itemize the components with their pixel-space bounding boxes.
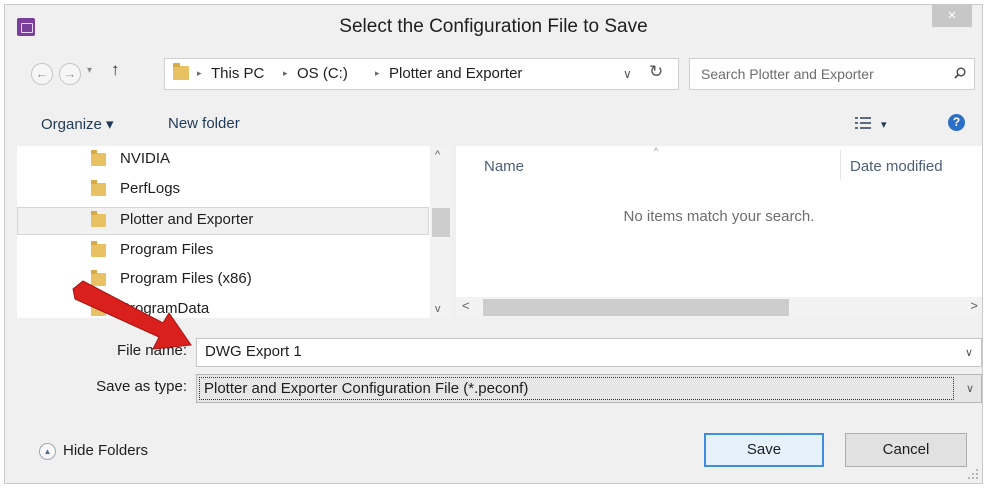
save-dialog: Select the Configuration File to Save × … <box>4 4 983 484</box>
empty-results-message: No items match your search. <box>623 208 815 225</box>
focus-outline: Plotter and Exporter Configuration File … <box>199 377 954 400</box>
hide-folders-label[interactable]: Hide Folders <box>63 442 148 459</box>
tree-item-perflogs[interactable]: PerfLogs <box>17 176 429 204</box>
column-header-name[interactable]: Name <box>484 158 524 175</box>
search-box[interactable]: Search Plotter and Exporter <box>689 58 975 90</box>
save-as-type-select[interactable]: Plotter and Exporter Configuration File … <box>196 374 982 403</box>
tree-item-plotter-and-exporter[interactable]: Plotter and Exporter <box>17 207 429 235</box>
breadcrumb-plotter-and-exporter[interactable]: Plotter and Exporter <box>389 65 522 82</box>
file-name-field[interactable]: DWG Export 1 ∨ <box>196 338 982 367</box>
resize-grip-icon[interactable] <box>968 469 978 479</box>
close-button[interactable]: × <box>932 5 972 27</box>
view-dropdown-icon[interactable]: ▾ <box>881 118 887 131</box>
scrollbar-thumb[interactable] <box>432 208 450 237</box>
scroll-left-icon[interactable]: < <box>462 298 470 313</box>
breadcrumb-separator-icon[interactable]: ▸ <box>197 68 202 79</box>
folder-icon <box>173 63 189 80</box>
scroll-down-icon[interactable]: v <box>435 303 441 315</box>
folder-icon <box>91 211 106 227</box>
organize-menu[interactable]: Organize ▾ <box>41 115 114 133</box>
tree-item-program-files[interactable]: Program Files <box>17 237 429 265</box>
tree-item-label: Plotter and Exporter <box>120 211 254 228</box>
breadcrumb-separator-icon[interactable]: ▸ <box>375 68 380 79</box>
breadcrumb-this-pc[interactable]: This PC <box>211 65 264 82</box>
address-dropdown-icon[interactable]: ∨ <box>623 67 632 81</box>
tree-item-label: Program Files <box>120 241 214 258</box>
save-as-type-label: Save as type: <box>96 378 187 395</box>
navigation-bar: ← → ▾ ↑ ▸ This PC ▸ OS (C:) ▸ Plotter an… <box>5 58 982 90</box>
column-divider[interactable] <box>840 150 841 180</box>
back-button[interactable]: ← <box>31 63 53 85</box>
file-list-pane: Name ^ Date modified No items match your… <box>456 146 982 318</box>
up-button[interactable]: ↑ <box>111 60 120 80</box>
recent-locations-dropdown[interactable]: ▾ <box>87 65 92 76</box>
chevron-down-icon[interactable]: ∨ <box>965 346 973 359</box>
folder-icon <box>91 241 106 257</box>
folder-icon <box>91 150 106 166</box>
dialog-title: Select the Configuration File to Save <box>339 16 648 37</box>
forward-button[interactable]: → <box>59 63 81 85</box>
breadcrumb-separator-icon[interactable]: ▸ <box>283 68 288 79</box>
tree-vertical-scrollbar[interactable]: ^ v <box>430 146 452 318</box>
address-bar[interactable]: ▸ This PC ▸ OS (C:) ▸ Plotter and Export… <box>164 58 679 90</box>
cancel-button[interactable]: Cancel <box>845 433 967 467</box>
breadcrumb-os-drive[interactable]: OS (C:) <box>297 65 348 82</box>
tree-item-nvidia[interactable]: NVIDIA <box>17 146 429 174</box>
tree-item-label: PerfLogs <box>120 180 181 197</box>
title-bar: Select the Configuration File to Save × <box>5 5 982 49</box>
collapse-icon[interactable]: ▲ <box>39 443 56 460</box>
scroll-up-icon[interactable]: ^ <box>435 149 440 161</box>
sort-ascending-icon: ^ <box>654 146 659 156</box>
search-input[interactable]: Search Plotter and Exporter <box>701 66 874 82</box>
scrollbar-thumb[interactable] <box>483 299 789 316</box>
scroll-right-icon[interactable]: > <box>970 298 978 313</box>
new-folder-button[interactable]: New folder <box>168 115 240 132</box>
help-icon[interactable]: ? <box>948 114 965 131</box>
column-header-date-modified[interactable]: Date modified <box>850 158 943 175</box>
chevron-down-icon[interactable]: ∨ <box>966 382 974 395</box>
view-options-icon[interactable] <box>855 116 871 130</box>
file-name-input[interactable]: DWG Export 1 <box>205 343 302 360</box>
refresh-icon[interactable]: ↻ <box>649 62 663 82</box>
folder-icon <box>91 180 106 196</box>
search-icon[interactable] <box>954 67 966 79</box>
file-list-horizontal-scrollbar[interactable]: < > <box>456 297 982 318</box>
annotation-arrow-icon <box>72 280 192 350</box>
command-toolbar: Organize ▾ New folder ▾ ? <box>5 105 982 143</box>
save-button[interactable]: Save <box>704 433 824 467</box>
tree-item-label: NVIDIA <box>120 150 171 167</box>
save-as-type-value[interactable]: Plotter and Exporter Configuration File … <box>204 380 528 397</box>
